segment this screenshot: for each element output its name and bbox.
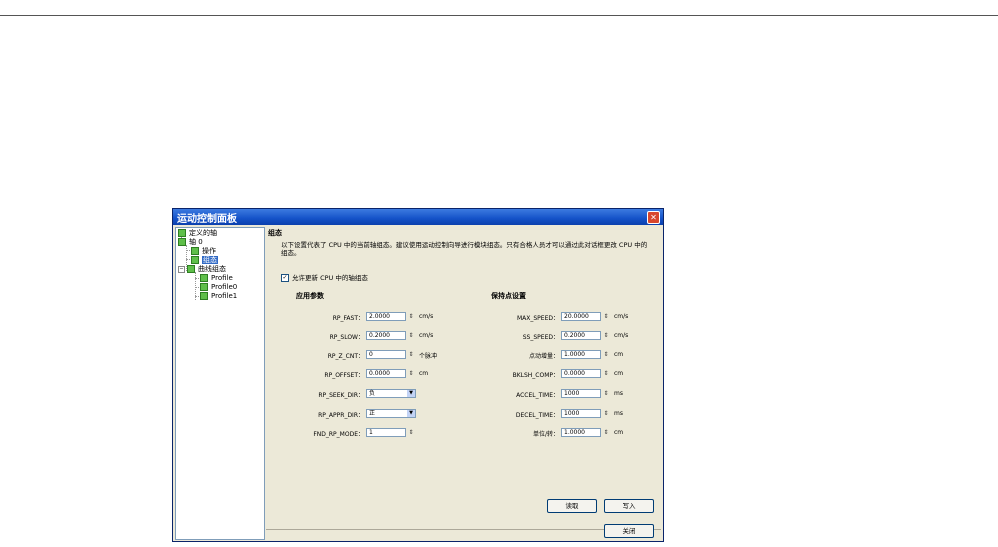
decel-time-input[interactable]: 1000 bbox=[561, 409, 601, 418]
unit-label: cm/s bbox=[614, 313, 629, 320]
field-label: RP_Z_CNT： bbox=[327, 353, 364, 360]
tree-item-defined-axes[interactable]: 定义的轴 bbox=[178, 229, 217, 238]
unit-label: cm bbox=[614, 351, 624, 358]
spinner-icon[interactable]: ⇕ bbox=[602, 428, 610, 437]
tree-item-profile0[interactable]: Profile0 bbox=[200, 283, 237, 292]
field-label: SS_SPEED： bbox=[522, 334, 559, 341]
rp-offset-input[interactable]: 0.0000 bbox=[366, 369, 406, 378]
field-label: BKLSH_COMP： bbox=[512, 372, 559, 379]
units-per-rev-input[interactable]: 1.0000 bbox=[561, 428, 601, 437]
spinner-icon[interactable]: ⇕ bbox=[602, 312, 610, 321]
select-value: 正 bbox=[369, 410, 376, 417]
tree-node-icon bbox=[191, 256, 199, 264]
unit-label: ms bbox=[614, 410, 623, 417]
tree-item-profile[interactable]: Profile bbox=[200, 274, 233, 283]
motion-control-panel-window: 运动控制面板 ✕ 定义的轴 轴 0 操作 组态 − 曲线组态 Profile Pr… bbox=[172, 208, 664, 542]
chevron-down-icon[interactable]: ▼ bbox=[407, 410, 415, 417]
spinner-icon[interactable]: ⇕ bbox=[602, 389, 610, 398]
panel-title: 组态 bbox=[268, 229, 282, 237]
top-divider bbox=[0, 15, 998, 16]
field-label: 单位/转： bbox=[532, 431, 559, 438]
max-speed-input[interactable]: 20.0000 bbox=[561, 312, 601, 321]
checkbox-box[interactable]: ✓ bbox=[281, 274, 289, 282]
fnd-rp-mode-input[interactable]: 1 bbox=[366, 428, 406, 437]
tree-node-icon bbox=[191, 247, 199, 255]
close-icon[interactable]: ✕ bbox=[647, 211, 660, 224]
ss-speed-input[interactable]: 0.2000 bbox=[561, 331, 601, 340]
field-label: RP_APPR_DIR： bbox=[318, 412, 364, 419]
write-button[interactable]: 写入 bbox=[604, 499, 654, 513]
tree-node-icon bbox=[200, 283, 208, 291]
divider bbox=[266, 529, 661, 530]
field-label: RP_SLOW： bbox=[329, 334, 364, 341]
jog-increment-input[interactable]: 1.0000 bbox=[561, 350, 601, 359]
spinner-icon[interactable]: ⇕ bbox=[602, 409, 610, 418]
field-label: DECEL_TIME： bbox=[515, 412, 559, 419]
panel-description: 以下设置代表了 CPU 中的当前轴组态。建议使用运动控制向导进行模块组态。只有合… bbox=[281, 241, 648, 257]
holding-point-heading: 保持点设置 bbox=[491, 292, 526, 300]
tree-item-axis0[interactable]: 轴 0 bbox=[178, 238, 203, 247]
field-label: RP_SEEK_DIR： bbox=[318, 392, 364, 399]
field-label: RP_OFFSET： bbox=[324, 372, 364, 379]
spinner-icon[interactable]: ⇕ bbox=[602, 350, 610, 359]
rp-seek-dir-select[interactable]: 负 ▼ bbox=[366, 389, 416, 398]
title-bar[interactable]: 运动控制面板 ✕ bbox=[173, 209, 663, 225]
unit-label: cm bbox=[419, 370, 429, 377]
unit-label: ms bbox=[614, 390, 623, 397]
spinner-icon[interactable]: ⇕ bbox=[407, 428, 415, 437]
expand-icon[interactable]: − bbox=[178, 265, 185, 273]
bklsh-comp-input[interactable]: 0.0000 bbox=[561, 369, 601, 378]
tree-item-profile1[interactable]: Profile1 bbox=[200, 292, 237, 301]
tree-node-icon bbox=[200, 274, 208, 282]
tree-item-operation[interactable]: 操作 bbox=[191, 247, 216, 256]
unit-label: cm/s bbox=[419, 313, 434, 320]
spinner-icon[interactable]: ⇕ bbox=[407, 350, 415, 359]
spinner-icon[interactable]: ⇕ bbox=[407, 331, 415, 340]
tree-node-icon bbox=[178, 238, 186, 246]
field-label: RP_FAST： bbox=[332, 315, 364, 322]
tree-node-icon bbox=[187, 265, 195, 273]
configuration-panel: 组态 以下设置代表了 CPU 中的当前轴组态。建议使用运动控制向导进行模块组态。… bbox=[266, 227, 661, 540]
rp-fast-input[interactable]: 2.0000 bbox=[366, 312, 406, 321]
rp-appr-dir-select[interactable]: 正 ▼ bbox=[366, 409, 416, 418]
rp-z-cnt-input[interactable]: 0 bbox=[366, 350, 406, 359]
unit-label: cm bbox=[614, 429, 624, 436]
tree-item-profile-config[interactable]: − 曲线组态 bbox=[178, 265, 226, 274]
tree-node-icon bbox=[178, 229, 186, 237]
tree-node-icon bbox=[200, 292, 208, 300]
chevron-down-icon[interactable]: ▼ bbox=[407, 390, 415, 397]
unit-label: cm/s bbox=[614, 332, 629, 339]
field-label: 点动增量： bbox=[528, 353, 559, 360]
read-button[interactable]: 读取 bbox=[547, 499, 597, 513]
spinner-icon[interactable]: ⇕ bbox=[407, 369, 415, 378]
rp-slow-input[interactable]: 0.2000 bbox=[366, 331, 406, 340]
spinner-icon[interactable]: ⇕ bbox=[602, 369, 610, 378]
close-button[interactable]: 关闭 bbox=[604, 524, 654, 538]
tree-item-configuration[interactable]: 组态 bbox=[191, 256, 218, 265]
select-value: 负 bbox=[369, 390, 376, 397]
allow-update-checkbox[interactable]: ✓ 允许更新 CPU 中的轴组态 bbox=[281, 272, 368, 282]
unit-label: 个脉冲 bbox=[419, 353, 438, 360]
checkbox-label: 允许更新 CPU 中的轴组态 bbox=[292, 274, 368, 282]
accel-time-input[interactable]: 1000 bbox=[561, 389, 601, 398]
field-label: FND_RP_MODE： bbox=[313, 431, 364, 438]
application-params-heading: 应用参数 bbox=[296, 292, 324, 300]
spinner-icon[interactable]: ⇕ bbox=[407, 312, 415, 321]
field-label: ACCEL_TIME： bbox=[516, 392, 559, 399]
axis-tree: 定义的轴 轴 0 操作 组态 − 曲线组态 Profile Profile0 Pr… bbox=[175, 227, 265, 540]
window-title: 运动控制面板 bbox=[177, 214, 237, 225]
field-label: MAX_SPEED： bbox=[516, 315, 559, 322]
unit-label: cm/s bbox=[419, 332, 434, 339]
unit-label: cm bbox=[614, 370, 624, 377]
spinner-icon[interactable]: ⇕ bbox=[602, 331, 610, 340]
